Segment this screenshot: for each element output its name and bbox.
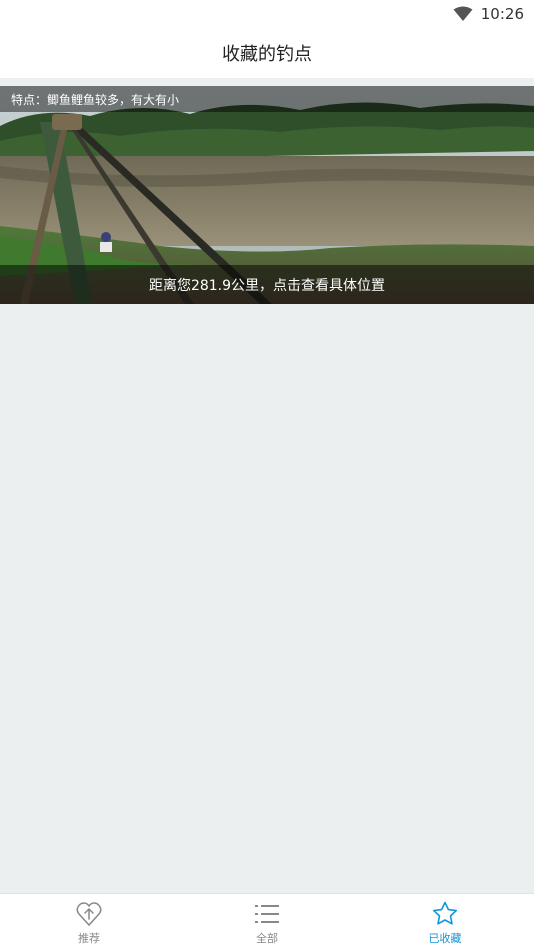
nav-label-favorites: 已收藏: [428, 932, 462, 945]
star-icon: [433, 901, 457, 925]
spot-distance-caption[interactable]: 距离您281.9公里，点击查看具体位置: [0, 265, 534, 304]
nav-item-all[interactable]: 全部: [178, 894, 356, 949]
spot-list: 特点：鲫鱼鲤鱼较多，有大有小 距离您281.9公里，点击查看具体位置: [0, 78, 534, 893]
spot-card[interactable]: 特点：鲫鱼鲤鱼较多，有大有小 距离您281.9公里，点击查看具体位置: [0, 86, 534, 304]
list-icon: [255, 905, 279, 923]
status-bar: 10:26: [0, 0, 534, 28]
wifi-icon: [453, 6, 473, 22]
nav-label-all: 全部: [256, 932, 278, 945]
spot-distance-text: 距离您281.9公里，点击查看具体位置: [148, 277, 386, 294]
status-time: 10:26: [480, 5, 524, 23]
spot-feature-text: 特点：鲫鱼鲤鱼较多，有大有小: [11, 92, 180, 107]
nav-item-recommend[interactable]: 推荐: [0, 894, 178, 949]
nav-item-favorites[interactable]: 已收藏: [356, 894, 534, 949]
header: 收藏的钓点: [0, 28, 534, 78]
heart-arrow-icon: [76, 902, 102, 927]
nav-label-recommend: 推荐: [78, 932, 100, 945]
bottom-nav: 推荐 全部 已收藏: [0, 893, 534, 949]
page-title: 收藏的钓点: [222, 44, 312, 65]
spot-feature-caption: 特点：鲫鱼鲤鱼较多，有大有小: [0, 86, 534, 112]
